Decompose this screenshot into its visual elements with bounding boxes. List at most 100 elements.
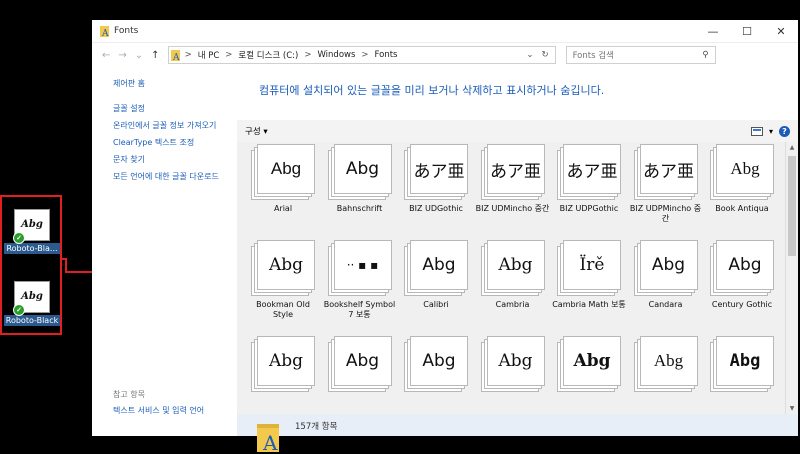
font-file-icon: あア亜 bbox=[557, 144, 621, 200]
refresh-icon[interactable]: ↻ bbox=[541, 50, 548, 60]
font-sample: Abg bbox=[716, 144, 774, 194]
font-tile[interactable]: Abg Arial bbox=[245, 144, 321, 214]
adjust-cleartype-link[interactable]: ClearType 텍스트 조정 bbox=[113, 137, 237, 148]
font-file-icon: Abg bbox=[251, 336, 315, 392]
view-options-icon[interactable] bbox=[750, 126, 763, 136]
font-settings-link[interactable]: 글꼴 설정 bbox=[113, 103, 237, 114]
font-tile[interactable]: ·· ▪ ▪ Bookshelf Symbol 7 보통 bbox=[322, 240, 398, 320]
up-button[interactable]: ↑ bbox=[151, 50, 159, 61]
page-heading: 컴퓨터에 설치되어 있는 글꼴을 미리 보거나 삭제하고 표시하거나 숨깁니다. bbox=[259, 84, 605, 97]
help-icon[interactable]: ? bbox=[779, 125, 790, 137]
back-button[interactable]: ← bbox=[102, 50, 110, 61]
forward-button[interactable]: → bbox=[118, 50, 126, 61]
font-sample: あア亜 bbox=[639, 144, 698, 194]
font-file-icon: Abg bbox=[710, 144, 774, 200]
font-sample: Abg bbox=[716, 336, 774, 386]
font-name: Calibri bbox=[423, 300, 449, 309]
font-name: Arial bbox=[273, 204, 293, 213]
recent-locations-button[interactable]: ⌄ bbox=[135, 50, 143, 61]
desktop-file-label: Roboto-Black bbox=[4, 315, 60, 326]
desktop-highlight-box: Abg ✓ Roboto-Bla... Abg ✓ Roboto-Black bbox=[0, 195, 62, 335]
address-bar[interactable]: A > 내 PC > 로컬 디스크 (C:) > Windows > Fonts… bbox=[167, 46, 556, 64]
font-tile[interactable]: あア亜 BIZ UDGothic bbox=[398, 144, 474, 214]
font-tile[interactable]: Abg Cambria bbox=[475, 240, 551, 310]
font-tile[interactable]: Abg bbox=[322, 336, 398, 396]
item-count: 157개 항목 bbox=[295, 422, 338, 432]
font-file-icon: Abg bbox=[480, 240, 545, 296]
details-pane: A 157개 항목 bbox=[237, 414, 798, 452]
font-tile[interactable]: Abg Candara bbox=[628, 240, 704, 310]
address-dropdown-icon[interactable]: ⌄ bbox=[526, 50, 533, 60]
address-row: ← → ⌄ ↑ A > 내 PC > 로컬 디스크 (C:) > Windows… bbox=[92, 43, 798, 67]
font-tile[interactable]: Abg bbox=[475, 336, 551, 396]
control-panel-home-link[interactable]: 제어판 홈 bbox=[113, 78, 237, 89]
title-bar[interactable]: A Fonts — ☐ ✕ bbox=[92, 20, 798, 43]
font-file-icon: あア亜 bbox=[480, 144, 545, 200]
font-sample: あア亜 bbox=[410, 144, 468, 194]
download-fonts-link[interactable]: 모든 언어에 대한 글꼴 다운로드 bbox=[113, 171, 233, 182]
font-sample: Abg bbox=[486, 240, 545, 290]
font-tile[interactable]: Abg Century Gothic bbox=[704, 240, 780, 310]
fonts-folder-icon: A bbox=[170, 50, 180, 61]
font-file-thumbnail: Abg ✓ bbox=[13, 281, 50, 316]
vertical-scrollbar[interactable]: ▲ ▼ bbox=[785, 142, 798, 414]
desktop-font-file-1[interactable]: Abg ✓ Roboto-Bla... bbox=[4, 201, 60, 254]
font-tile[interactable]: Abg bbox=[551, 336, 627, 396]
svg-text:A: A bbox=[262, 431, 278, 452]
scroll-up-icon[interactable]: ▲ bbox=[786, 144, 798, 151]
breadcrumb-separator: > bbox=[184, 50, 192, 60]
font-tile[interactable]: あア亜 BIZ UDPMincho 중간 bbox=[628, 144, 704, 224]
breadcrumb-separator: > bbox=[225, 50, 233, 60]
font-sample: Abg bbox=[410, 336, 468, 386]
search-placeholder: Fonts 검색 bbox=[572, 51, 614, 61]
font-sample: Abg bbox=[639, 336, 698, 386]
font-name: Bookshelf Symbol 7 보통 bbox=[323, 300, 396, 319]
font-tile[interactable]: Abg Bookman Old Style bbox=[245, 240, 321, 320]
font-file-icon: Abg bbox=[633, 336, 698, 392]
font-tile[interactable]: Abg bbox=[628, 336, 704, 396]
font-sample: Abg bbox=[639, 240, 698, 290]
organize-button[interactable]: 구성 ▾ bbox=[245, 125, 268, 137]
font-name: Candara bbox=[648, 300, 683, 309]
font-tile[interactable]: Abg Calibri bbox=[398, 240, 474, 310]
maximize-button[interactable]: ☐ bbox=[730, 25, 764, 38]
font-tile[interactable]: あア亜 BIZ UDPGothic bbox=[551, 144, 627, 214]
find-character-link[interactable]: 문자 찾기 bbox=[113, 154, 237, 165]
font-tile[interactable]: Abg bbox=[245, 336, 321, 396]
breadcrumb-separator: > bbox=[361, 50, 369, 60]
scrollbar-thumb[interactable] bbox=[788, 156, 796, 256]
font-sample: Abg bbox=[333, 336, 392, 386]
font-file-icon: Abg bbox=[404, 336, 468, 392]
font-tile[interactable]: Abg bbox=[704, 336, 780, 396]
font-tile[interactable]: Abg Book Antiqua bbox=[704, 144, 780, 214]
breadcrumb-fonts[interactable]: Fonts bbox=[375, 50, 398, 60]
scroll-down-icon[interactable]: ▼ bbox=[786, 405, 798, 412]
get-font-info-online-link[interactable]: 온라인에서 글꼴 정보 가져오기 bbox=[113, 120, 231, 131]
font-sample: Abg bbox=[257, 144, 315, 194]
font-tile[interactable]: Abg Bahnschrift bbox=[322, 144, 398, 214]
close-button[interactable]: ✕ bbox=[764, 25, 798, 38]
checkmark-icon: ✓ bbox=[13, 304, 25, 316]
search-input[interactable]: Fonts 검색 ⚲ bbox=[565, 46, 716, 64]
text-services-link[interactable]: 텍스트 서비스 및 입력 언어 bbox=[113, 405, 204, 416]
minimize-button[interactable]: — bbox=[696, 25, 730, 38]
svg-text:A: A bbox=[101, 29, 109, 37]
font-file-icon: Abg bbox=[251, 240, 315, 296]
font-sample: あア亜 bbox=[563, 144, 621, 194]
font-tile[interactable]: あア亜 BIZ UDMincho 중간 bbox=[475, 144, 551, 214]
font-file-icon: Abg bbox=[327, 144, 392, 200]
font-sample: Abg bbox=[333, 144, 392, 194]
font-file-icon: Abg bbox=[710, 240, 774, 296]
font-tile[interactable]: Ïrě Cambria Math 보통 bbox=[551, 240, 627, 310]
font-name: Century Gothic bbox=[711, 300, 773, 309]
breadcrumb-separator: > bbox=[304, 50, 312, 60]
font-name: Cambria Math 보통 bbox=[552, 300, 626, 309]
desktop-font-file-2[interactable]: Abg ✓ Roboto-Black bbox=[4, 273, 60, 326]
breadcrumb-windows[interactable]: Windows bbox=[317, 50, 355, 60]
breadcrumb-this-pc[interactable]: 내 PC bbox=[198, 49, 220, 61]
breadcrumb-local-disk[interactable]: 로컬 디스크 (C:) bbox=[238, 49, 298, 61]
font-file-icon: Abg bbox=[557, 336, 621, 392]
font-tile[interactable]: Abg bbox=[398, 336, 474, 396]
view-dropdown-icon[interactable]: ▾ bbox=[769, 127, 773, 136]
font-name: Book Antiqua bbox=[715, 204, 769, 213]
